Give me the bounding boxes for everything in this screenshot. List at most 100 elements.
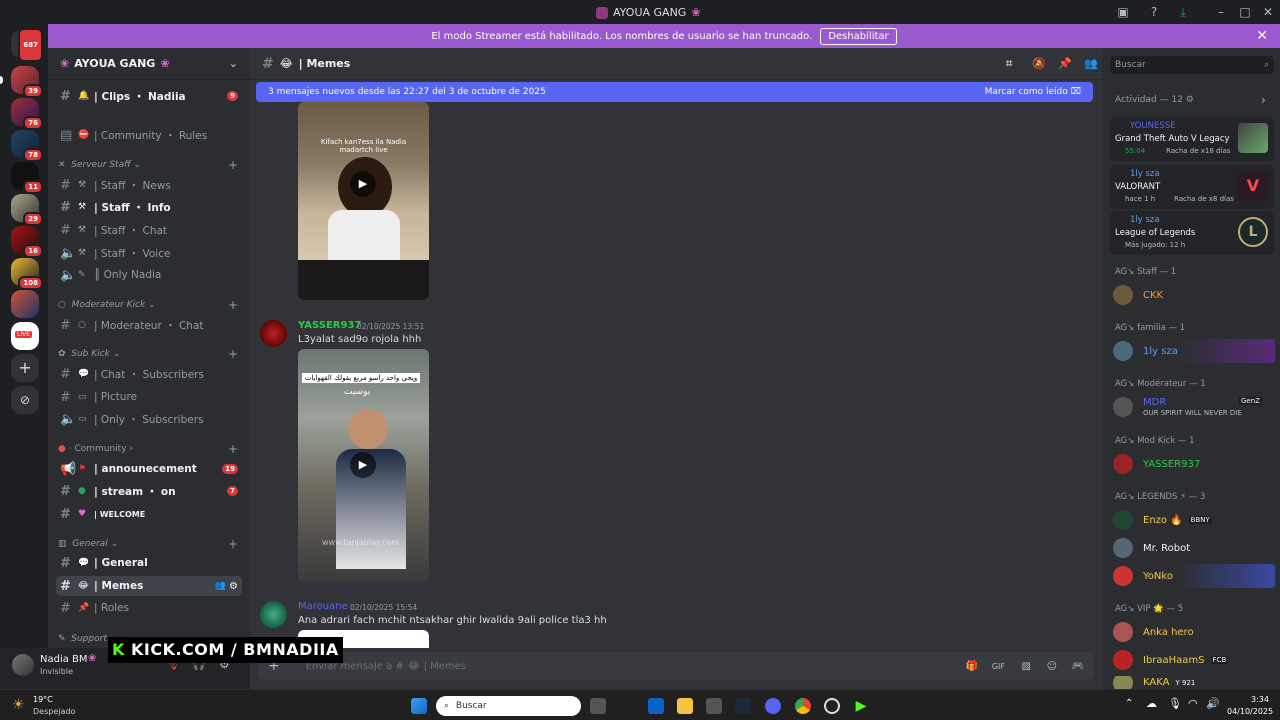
member-item[interactable]: 1ly sza [1113,339,1275,363]
category-sub-kick[interactable]: ✿ Sub Kick ⌄ + [58,347,242,361]
wifi-icon[interactable]: ◠ [1188,697,1198,710]
channel-general[interactable]: # 💬 | General [56,553,242,573]
video-attachment[interactable]: ويجي واحد راسو مربع يقولك القهوايات بوسي… [298,349,429,582]
mark-read-button[interactable]: Marcar como leído ⌧ [985,87,1081,97]
channel-announcement[interactable]: 📢 ⚑ | announecement 19 [56,459,242,479]
channel-moderateur-chat[interactable]: # ○ | Moderateur ・ Chat [56,315,242,335]
new-messages-bar[interactable]: 3 mensajes nuevos desde las 22:27 del 3 … [256,82,1093,102]
gift-icon[interactable]: 🎁 [966,661,978,672]
discord-taskbar-icon[interactable] [765,698,781,714]
gear-icon[interactable]: ⚙ [229,581,238,592]
add-channel-icon[interactable]: + [228,347,238,361]
member-item[interactable]: Mr. Robot [1113,536,1275,560]
server-icon[interactable]: 76 [11,98,43,130]
message-author[interactable]: YASSER937 [298,320,361,331]
message-author[interactable]: Marouane [298,601,348,612]
chevron-right-icon[interactable]: › [1261,93,1266,107]
video-attachment[interactable]: Kifach kan7ess ila Nadia madartch live ▶ [298,102,429,300]
server-ayoua-gang[interactable]: 39 [11,66,43,98]
dm-home-button[interactable]: ☻ 687 [11,28,43,62]
server-tiktok-live[interactable]: LIVE [11,322,39,350]
server-icon[interactable]: 108 [11,258,43,290]
explore-servers-button[interactable]: ⊘ [11,386,39,414]
add-channel-icon[interactable]: + [228,298,238,312]
task-view-icon[interactable] [590,698,606,714]
channel-chat-subscribers[interactable]: # 💬 | Chat ・ Subscribers [56,364,242,384]
close-window-icon[interactable]: ✕ [1261,5,1275,19]
member-item[interactable]: IbraaHaamS FCB [1113,648,1275,672]
activity-card[interactable]: 1ly sza VALORANT hace 1 h Racha de x8 dí… [1110,165,1274,209]
member-item[interactable]: MDR GenZ OUR SPIRIT WILL NEVER DIE [1113,395,1275,419]
category-staff[interactable]: ✕ Serveur Staff ⌄ + [58,158,242,172]
channel-stream-on[interactable]: # ● | stream ・ on 7 [56,481,242,501]
file-explorer-icon[interactable] [677,698,693,714]
search-input[interactable]: Buscar ⌕ [1110,56,1274,74]
taskbar-search-input[interactable]: ⌕ Buscar [436,696,581,716]
threads-icon[interactable]: ⌗ [1006,57,1012,71]
tray-chevron-icon[interactable]: ⌃ [1125,698,1133,709]
obs-icon[interactable] [824,698,840,714]
message-composer[interactable]: + Enviar mensaje a # 😂 | Memes 🎁 GIF ▧ ☺… [258,652,1094,680]
emoji-icon[interactable]: ☺ [1047,661,1057,672]
avatar[interactable] [260,320,287,347]
disable-streamer-button[interactable]: Deshabilitar [820,27,897,45]
maximize-icon[interactable]: □ [1238,5,1252,19]
server-icon[interactable]: 78 [11,130,43,162]
sticker-icon[interactable]: ▧ [1022,661,1031,672]
inbox-icon[interactable]: ▣ [1116,5,1130,19]
download-icon[interactable]: ⤓ [1176,5,1190,19]
play-icon[interactable]: ▶ [350,452,376,478]
add-channel-icon[interactable]: + [228,442,238,456]
mic-icon[interactable]: 🎙 [1168,697,1182,710]
guild-header[interactable]: ❀ AYOUA GANG ❀ ⌄ [48,48,250,80]
add-channel-icon[interactable]: + [228,158,238,172]
server-icon[interactable] [11,290,39,318]
channel-clips[interactable]: # 🔔 | Clips ・ Nadiia 9 [56,86,242,106]
member-item[interactable]: Anka hero [1113,620,1275,644]
photos-icon[interactable] [706,698,722,714]
invite-icon[interactable]: 👥 [215,581,226,591]
member-list-icon[interactable]: 👥 [1084,57,1098,70]
activity-card[interactable]: YOUNESSE Grand Theft Auto V Legacy 55:04… [1110,117,1274,161]
windows-start-icon[interactable] [411,698,427,714]
channel-staff-info[interactable]: # ⚒ | Staff ・ Info [56,197,242,217]
member-item[interactable]: Enzo 🔥 BBNY [1113,508,1275,532]
activity-card[interactable]: 1ly sza League of Legends Más jugado: 12… [1110,211,1274,255]
server-icon[interactable]: 29 [11,194,43,226]
channel-welcome[interactable]: # ♥ | WELCOME [56,504,242,524]
channel-picture[interactable]: # ▭ | Picture [56,387,242,407]
member-item[interactable]: YoNko [1113,564,1275,588]
minimize-icon[interactable]: – [1214,5,1228,19]
play-icon[interactable]: ▶ [350,171,376,197]
category-community[interactable]: ● · Community › + [58,442,242,456]
category-moderateur[interactable]: ○ Moderateur Kick ⌄ + [58,298,242,312]
avatar[interactable] [260,601,287,628]
steam-icon[interactable] [735,698,751,714]
server-icon[interactable]: 16 [11,226,43,258]
avatar[interactable] [12,654,34,676]
clock-date[interactable]: 04/10/2025 [1227,707,1273,716]
channel-only-nadia[interactable]: 🔈 ✎ ║ Only Nadia [56,265,242,285]
kick-app-icon[interactable]: ▶ [853,698,869,714]
member-item[interactable]: KAKA Y 921 [1113,676,1275,689]
category-general[interactable]: ▥ General ⌄ + [58,537,242,551]
gif-icon[interactable]: GIF [992,662,1005,671]
channel-memes[interactable]: # 😂 | Memes 👥 ⚙ [56,576,242,596]
outlook-icon[interactable] [648,698,664,714]
channel-only-subscribers[interactable]: 🔈 ▭ | Only ・ Subscribers [56,409,242,429]
member-item[interactable]: CKK [1113,283,1275,307]
channel-staff-chat[interactable]: # ⚒ | Staff ・ Chat [56,220,242,240]
add-channel-icon[interactable]: + [228,537,238,551]
apps-icon[interactable]: 🎮 [1072,661,1084,672]
chrome-icon[interactable] [795,698,811,714]
member-item[interactable]: YASSER937 [1113,452,1275,476]
clock-time[interactable]: 3:34 [1251,695,1269,704]
close-banner-icon[interactable]: ✕ [1256,28,1268,44]
help-icon[interactable]: ? [1147,5,1161,19]
volume-icon[interactable]: 🔊 [1206,697,1220,710]
channel-staff-news[interactable]: # ⚒ | Staff ・ News [56,175,242,195]
channel-rules[interactable]: ▤ ⛔ | Community ・ Rules [56,125,242,145]
server-icon[interactable]: 11 [11,162,43,194]
notifications-muted-icon[interactable]: 🔕 [1032,57,1046,70]
pin-icon[interactable]: 📌 [1058,57,1072,70]
